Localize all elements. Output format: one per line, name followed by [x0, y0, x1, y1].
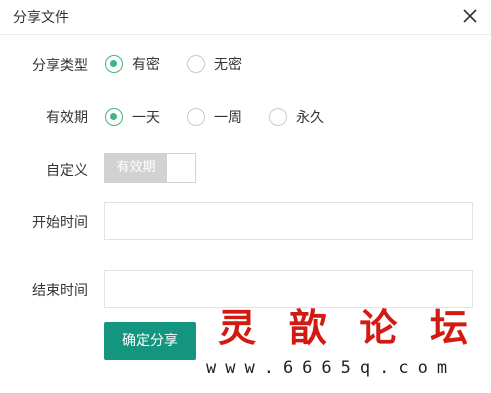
- radio-validity-one-day[interactable]: 一天: [105, 107, 160, 127]
- watermark-title: 灵 歆 论 坛: [218, 296, 468, 352]
- watermark-url: www.6665q.com: [206, 358, 457, 378]
- radio-circle: [269, 108, 287, 126]
- switch-knob: [167, 154, 195, 182]
- custom-validity-switch[interactable]: 有效期: [104, 153, 196, 183]
- end-time-label: 结束时间: [32, 283, 88, 299]
- start-time-label: 开始时间: [32, 215, 88, 231]
- radio-circle: [105, 55, 123, 73]
- radio-share-type-with-password[interactable]: 有密: [105, 54, 160, 74]
- watermark-char: 灵: [218, 304, 257, 350]
- validity-label: 有效期: [46, 110, 88, 126]
- start-time-input[interactable]: [104, 202, 473, 240]
- radio-label: 无密: [214, 57, 242, 73]
- radio-share-type-no-password[interactable]: 无密: [187, 54, 242, 74]
- share-type-label: 分享类型: [32, 58, 88, 74]
- radio-label: 一周: [214, 110, 242, 126]
- watermark-char: 论: [359, 304, 398, 350]
- radio-circle: [105, 108, 123, 126]
- watermark-char: 歆: [288, 304, 327, 350]
- radio-validity-one-week[interactable]: 一周: [187, 107, 242, 127]
- close-icon: [463, 9, 477, 23]
- switch-text: 有效期: [105, 154, 167, 182]
- radio-circle: [187, 55, 205, 73]
- radio-validity-forever[interactable]: 永久: [269, 107, 324, 127]
- confirm-share-button[interactable]: 确定分享: [104, 322, 196, 360]
- watermark-char: 坛: [429, 304, 468, 350]
- radio-label: 永久: [296, 110, 324, 126]
- share-file-dialog: 分享文件 分享类型 有密 无密 有效期 一天 一周 永久 自定义 有效期 开始时…: [0, 0, 491, 393]
- custom-label: 自定义: [46, 163, 88, 179]
- dialog-header: 分享文件: [0, 0, 491, 35]
- close-button[interactable]: [458, 4, 482, 28]
- dialog-title: 分享文件: [13, 10, 69, 26]
- radio-circle: [187, 108, 205, 126]
- radio-label: 有密: [132, 57, 160, 73]
- radio-label: 一天: [132, 110, 160, 126]
